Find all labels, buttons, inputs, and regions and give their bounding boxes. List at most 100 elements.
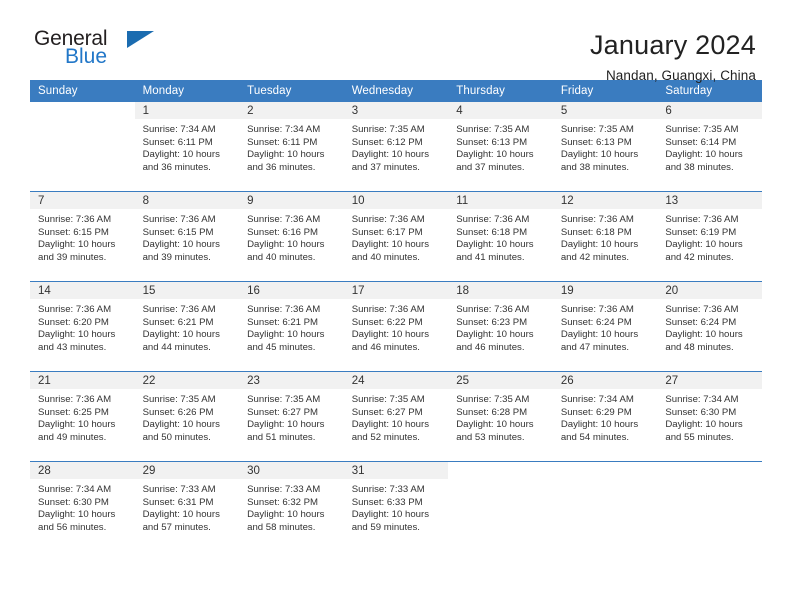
calendar-empty-cell — [552, 461, 658, 551]
calendar-day-cell[interactable]: 10 Sunrise: 7:36 AM Sunset: 6:17 PM Dayligh… — [343, 191, 449, 282]
sunrise-time: Sunrise: 7:36 AM — [351, 304, 425, 315]
sunrise-time: Sunrise: 7:36 AM — [247, 214, 321, 225]
day-details: Sunrise: 7:36 AM Sunset: 6:18 PM Daylight:… — [448, 209, 553, 264]
sunrise-time: Sunrise: 7:35 AM — [456, 124, 530, 135]
sunrise-time: Sunrise: 7:34 AM — [142, 124, 216, 135]
calendar-day-cell[interactable]: 18 Sunrise: 7:36 AM Sunset: 6:23 PM Dayligh… — [448, 281, 553, 372]
sunset-time: Sunset: 6:22 PM — [351, 316, 423, 328]
calendar-day-cell[interactable]: 2 Sunrise: 7:34 AM Sunset: 6:11 PM Daylight… — [239, 102, 344, 192]
sunset-time: Sunset: 6:12 PM — [351, 136, 423, 148]
sunrise-sunset-calendar: Sunday Monday Tuesday Wednesday Thursday… — [30, 80, 762, 551]
sunrise-time: Sunrise: 7:36 AM — [38, 214, 112, 225]
calendar-day-cell[interactable]: 20 Sunrise: 7:36 AM Sunset: 6:24 PM Dayligh… — [657, 281, 762, 372]
day-details: Sunrise: 7:36 AM Sunset: 6:15 PM Daylight:… — [30, 209, 135, 264]
calendar-day-cell[interactable]: 11 Sunrise: 7:36 AM Sunset: 6:18 PM Dayligh… — [448, 191, 553, 282]
daylight-duration-line1: Daylight: 10 hours — [142, 149, 220, 161]
calendar-day-cell[interactable]: 24 Sunrise: 7:35 AM Sunset: 6:27 PM Dayligh… — [343, 371, 449, 462]
day-number: 31 — [343, 462, 449, 479]
sunset-time: Sunset: 6:19 PM — [665, 226, 737, 238]
calendar-day-cell[interactable]: 30 Sunrise: 7:33 AM Sunset: 6:32 PM Dayligh… — [239, 461, 344, 551]
daylight-duration-line2: and 59 minutes. — [351, 521, 420, 533]
weekday-header-row: Sunday Monday Tuesday Wednesday Thursday… — [30, 80, 762, 102]
sunrise-time: Sunrise: 7:34 AM — [247, 124, 321, 135]
day-details: Sunrise: 7:36 AM Sunset: 6:24 PM Daylight:… — [553, 299, 658, 354]
day-details: Sunrise: 7:36 AM Sunset: 6:20 PM Daylight:… — [30, 299, 135, 354]
sunset-time: Sunset: 6:21 PM — [142, 316, 214, 328]
calendar-day-cell[interactable]: 12 Sunrise: 7:36 AM Sunset: 6:18 PM Dayligh… — [552, 191, 658, 282]
day-details: Sunrise: 7:35 AM Sunset: 6:12 PM Daylight:… — [344, 119, 449, 174]
sunrise-time: Sunrise: 7:36 AM — [142, 304, 216, 315]
daylight-duration-line1: Daylight: 10 hours — [456, 149, 534, 161]
day-details: Sunrise: 7:36 AM Sunset: 6:21 PM Daylight:… — [135, 299, 240, 354]
calendar-day-cell[interactable]: 29 Sunrise: 7:33 AM Sunset: 6:31 PM Dayligh… — [134, 461, 240, 551]
calendar-day-cell[interactable]: 4 Sunrise: 7:35 AM Sunset: 6:13 PM Daylight… — [448, 102, 553, 192]
calendar-day-cell[interactable]: 31 Sunrise: 7:33 AM Sunset: 6:33 PM Dayligh… — [343, 461, 449, 551]
calendar-day-cell[interactable]: 8 Sunrise: 7:36 AM Sunset: 6:15 PM Daylight… — [134, 191, 240, 282]
sunrise-time: Sunrise: 7:34 AM — [38, 484, 112, 495]
day-details: Sunrise: 7:34 AM Sunset: 6:11 PM Daylight:… — [239, 119, 344, 174]
daylight-duration-line1: Daylight: 10 hours — [247, 329, 325, 341]
day-details: Sunrise: 7:35 AM Sunset: 6:13 PM Daylight:… — [553, 119, 658, 174]
calendar-day-cell[interactable]: 3 Sunrise: 7:35 AM Sunset: 6:12 PM Daylight… — [343, 102, 449, 192]
day-details: Sunrise: 7:35 AM Sunset: 6:28 PM Daylight:… — [448, 389, 553, 444]
daylight-duration-line1: Daylight: 10 hours — [456, 239, 534, 251]
sunrise-time: Sunrise: 7:36 AM — [665, 214, 739, 225]
day-details: Sunrise: 7:34 AM Sunset: 6:30 PM Daylight:… — [657, 389, 762, 444]
day-details: Sunrise: 7:36 AM Sunset: 6:21 PM Daylight:… — [239, 299, 344, 354]
calendar-day-cell[interactable]: 1 Sunrise: 7:34 AM Sunset: 6:11 PM Daylight… — [134, 102, 240, 192]
calendar-day-cell[interactable]: 19 Sunrise: 7:36 AM Sunset: 6:24 PM Dayligh… — [552, 281, 658, 372]
sunset-time: Sunset: 6:30 PM — [665, 406, 737, 418]
sunset-time: Sunset: 6:18 PM — [560, 226, 632, 238]
sunset-time: Sunset: 6:24 PM — [560, 316, 632, 328]
calendar-day-cell[interactable]: 25 Sunrise: 7:35 AM Sunset: 6:28 PM Dayligh… — [448, 371, 553, 462]
day-details: Sunrise: 7:36 AM Sunset: 6:25 PM Daylight:… — [30, 389, 135, 444]
day-cell-inner: 29 Sunrise: 7:33 AM Sunset: 6:31 PM Dayligh… — [134, 462, 240, 551]
daylight-duration-line2: and 52 minutes. — [351, 431, 420, 443]
calendar-day-cell[interactable]: 13 Sunrise: 7:36 AM Sunset: 6:19 PM Dayligh… — [657, 191, 762, 282]
calendar-day-cell[interactable]: 17 Sunrise: 7:36 AM Sunset: 6:22 PM Dayligh… — [343, 281, 449, 372]
calendar-day-cell[interactable]: 15 Sunrise: 7:36 AM Sunset: 6:21 PM Dayligh… — [134, 281, 240, 372]
sunrise-time: Sunrise: 7:35 AM — [142, 394, 216, 405]
day-number: 8 — [134, 192, 240, 209]
calendar-day-cell[interactable]: 5 Sunrise: 7:35 AM Sunset: 6:13 PM Daylight… — [552, 102, 658, 192]
calendar-day-cell[interactable]: 16 Sunrise: 7:36 AM Sunset: 6:21 PM Dayligh… — [239, 281, 344, 372]
daylight-duration-line1: Daylight: 10 hours — [665, 329, 743, 341]
calendar-day-cell[interactable]: 7 Sunrise: 7:36 AM Sunset: 6:15 PM Daylight… — [30, 191, 135, 282]
calendar-day-cell[interactable]: 23 Sunrise: 7:35 AM Sunset: 6:27 PM Dayligh… — [239, 371, 344, 462]
daylight-duration-line1: Daylight: 10 hours — [560, 329, 639, 341]
day-number: 12 — [552, 192, 658, 209]
calendar-day-cell[interactable]: 9 Sunrise: 7:36 AM Sunset: 6:16 PM Daylight… — [239, 191, 344, 282]
day-number: 23 — [239, 372, 344, 389]
title-block: January 2024 Nandan, Guangxi, China — [590, 28, 756, 83]
weekday-header-thursday: Thursday — [448, 80, 553, 102]
calendar-week-row: 14 Sunrise: 7:36 AM Sunset: 6:20 PM Dayligh… — [30, 281, 762, 372]
day-details: Sunrise: 7:33 AM Sunset: 6:32 PM Daylight:… — [239, 479, 344, 534]
calendar-day-cell[interactable]: 14 Sunrise: 7:36 AM Sunset: 6:20 PM Dayligh… — [30, 281, 135, 372]
day-cell-inner: 31 Sunrise: 7:33 AM Sunset: 6:33 PM Dayligh… — [343, 462, 449, 551]
page-header: General Blue January 2024 Nandan, Guangx… — [0, 0, 792, 83]
calendar-empty-cell — [657, 461, 762, 551]
calendar-day-cell[interactable]: 21 Sunrise: 7:36 AM Sunset: 6:25 PM Dayligh… — [30, 371, 135, 462]
sunrise-time: Sunrise: 7:36 AM — [351, 214, 425, 225]
general-blue-logo[interactable]: General Blue — [34, 28, 154, 76]
day-cell-inner: 11 Sunrise: 7:36 AM Sunset: 6:18 PM Dayligh… — [448, 192, 553, 281]
daylight-duration-line1: Daylight: 10 hours — [38, 509, 116, 521]
day-number: 28 — [30, 462, 135, 479]
daylight-duration-line1: Daylight: 10 hours — [247, 509, 325, 521]
day-number — [553, 462, 658, 479]
day-details: Sunrise: 7:35 AM Sunset: 6:14 PM Daylight:… — [657, 119, 762, 174]
calendar-day-cell[interactable]: 28 Sunrise: 7:34 AM Sunset: 6:30 PM Dayligh… — [30, 461, 135, 551]
day-cell-inner: 4 Sunrise: 7:35 AM Sunset: 6:13 PM Daylight… — [448, 102, 553, 191]
sunset-time: Sunset: 6:13 PM — [456, 136, 528, 148]
weekday-header-wednesday: Wednesday — [343, 80, 449, 102]
sunset-time: Sunset: 6:27 PM — [351, 406, 423, 418]
sunrise-time: Sunrise: 7:36 AM — [456, 214, 530, 225]
day-cell-inner: 12 Sunrise: 7:36 AM Sunset: 6:18 PM Dayligh… — [552, 192, 658, 281]
sunrise-time: Sunrise: 7:36 AM — [38, 394, 112, 405]
calendar-day-cell[interactable]: 6 Sunrise: 7:35 AM Sunset: 6:14 PM Daylight… — [657, 102, 762, 192]
calendar-day-cell[interactable]: 26 Sunrise: 7:34 AM Sunset: 6:29 PM Dayligh… — [552, 371, 658, 462]
calendar-day-cell[interactable]: 27 Sunrise: 7:34 AM Sunset: 6:30 PM Dayligh… — [657, 371, 762, 462]
calendar-day-cell[interactable]: 22 Sunrise: 7:35 AM Sunset: 6:26 PM Dayligh… — [134, 371, 240, 462]
day-cell-inner — [657, 462, 762, 551]
daylight-duration-line1: Daylight: 10 hours — [351, 239, 430, 251]
